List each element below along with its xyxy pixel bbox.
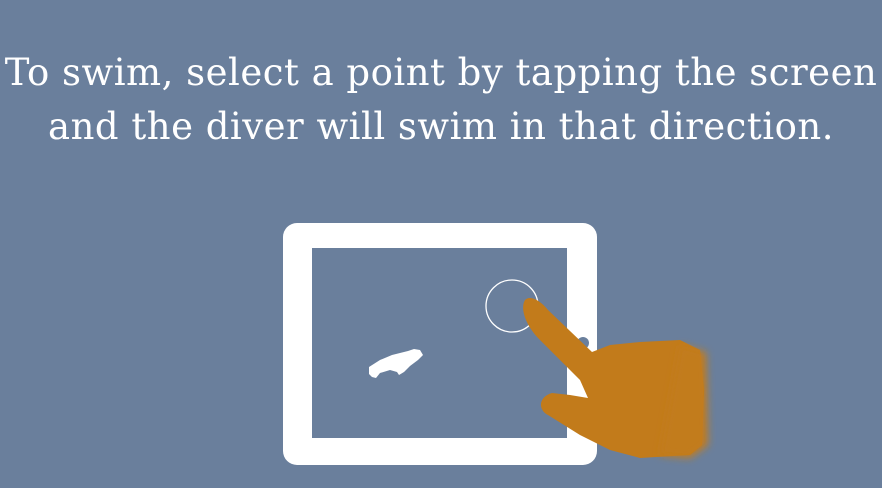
diver-icon — [369, 349, 423, 378]
tutorial-illustration — [369, 279, 708, 458]
pointing-hand-icon — [523, 298, 708, 458]
